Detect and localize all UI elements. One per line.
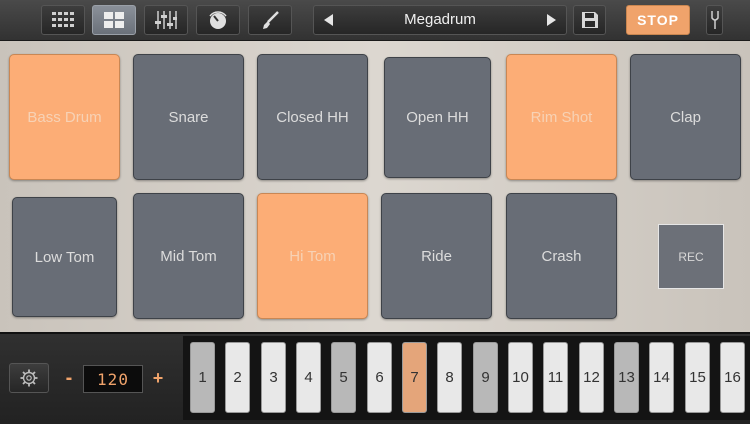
pads-view-icon xyxy=(104,12,124,28)
step-button-6[interactable]: 6 xyxy=(367,342,392,413)
pad-crash[interactable]: Crash xyxy=(506,193,617,319)
mixer-icon xyxy=(155,11,177,29)
pad-open-hh[interactable]: Open HH xyxy=(384,57,491,178)
step-button-7[interactable]: 7 xyxy=(402,342,427,413)
tempo-display[interactable]: 120 xyxy=(83,365,143,393)
rec-button[interactable]: REC xyxy=(658,224,724,289)
brush-icon xyxy=(263,11,279,29)
pad-area: Bass Drum Snare Closed HH Open HH Rim Sh… xyxy=(0,41,750,332)
top-toolbar: Megadrum STOP xyxy=(0,0,750,41)
previous-preset-arrow-icon[interactable] xyxy=(324,14,333,26)
step-button-1[interactable]: 1 xyxy=(190,342,215,413)
step-button-13[interactable]: 13 xyxy=(614,342,639,413)
pad-clap[interactable]: Clap xyxy=(630,54,741,180)
brush-button[interactable] xyxy=(248,5,292,35)
knob-button[interactable] xyxy=(196,5,240,35)
step-button-8[interactable]: 8 xyxy=(437,342,462,413)
tuning-fork-icon xyxy=(710,11,719,29)
step-button-14[interactable]: 14 xyxy=(649,342,674,413)
pad-bass-drum[interactable]: Bass Drum xyxy=(9,54,120,180)
step-button-2[interactable]: 2 xyxy=(225,342,250,413)
save-icon xyxy=(581,12,598,28)
step-button-11[interactable]: 11 xyxy=(543,342,568,413)
mixer-button[interactable] xyxy=(144,5,188,35)
step-button-16[interactable]: 16 xyxy=(720,342,745,413)
pad-closed-hh[interactable]: Closed HH xyxy=(257,54,368,180)
tempo-increase-button[interactable]: + xyxy=(150,366,166,390)
tuning-fork-button[interactable] xyxy=(706,5,723,35)
step-button-4[interactable]: 4 xyxy=(296,342,321,413)
step-button-15[interactable]: 15 xyxy=(685,342,710,413)
pad-rim-shot[interactable]: Rim Shot xyxy=(506,54,617,180)
pad-hi-tom[interactable]: Hi Tom xyxy=(257,193,368,319)
stop-button[interactable]: STOP xyxy=(626,5,690,35)
grid-view-button[interactable] xyxy=(41,5,85,35)
save-button[interactable] xyxy=(573,5,606,35)
step-button-10[interactable]: 10 xyxy=(508,342,533,413)
pad-mid-tom[interactable]: Mid Tom xyxy=(133,193,244,319)
tempo-decrease-button[interactable]: - xyxy=(62,366,76,390)
pad-low-tom[interactable]: Low Tom xyxy=(12,197,117,317)
pad-snare[interactable]: Snare xyxy=(133,54,244,180)
step-button-5[interactable]: 5 xyxy=(331,342,356,413)
pad-ride[interactable]: Ride xyxy=(381,193,492,319)
grid-view-icon xyxy=(52,12,74,27)
pads-view-button[interactable] xyxy=(92,5,136,35)
preset-name[interactable]: Megadrum xyxy=(344,6,536,34)
settings-button[interactable] xyxy=(9,363,49,393)
step-button-12[interactable]: 12 xyxy=(579,342,604,413)
preset-selector: Megadrum xyxy=(313,5,567,35)
step-button-9[interactable]: 9 xyxy=(473,342,498,413)
step-sequencer: 1 2 3 4 5 6 7 8 9 10 11 12 13 14 15 16 xyxy=(183,336,750,420)
gear-icon xyxy=(20,369,38,387)
knob-icon xyxy=(209,11,227,29)
step-button-3[interactable]: 3 xyxy=(261,342,286,413)
next-preset-arrow-icon[interactable] xyxy=(547,14,556,26)
